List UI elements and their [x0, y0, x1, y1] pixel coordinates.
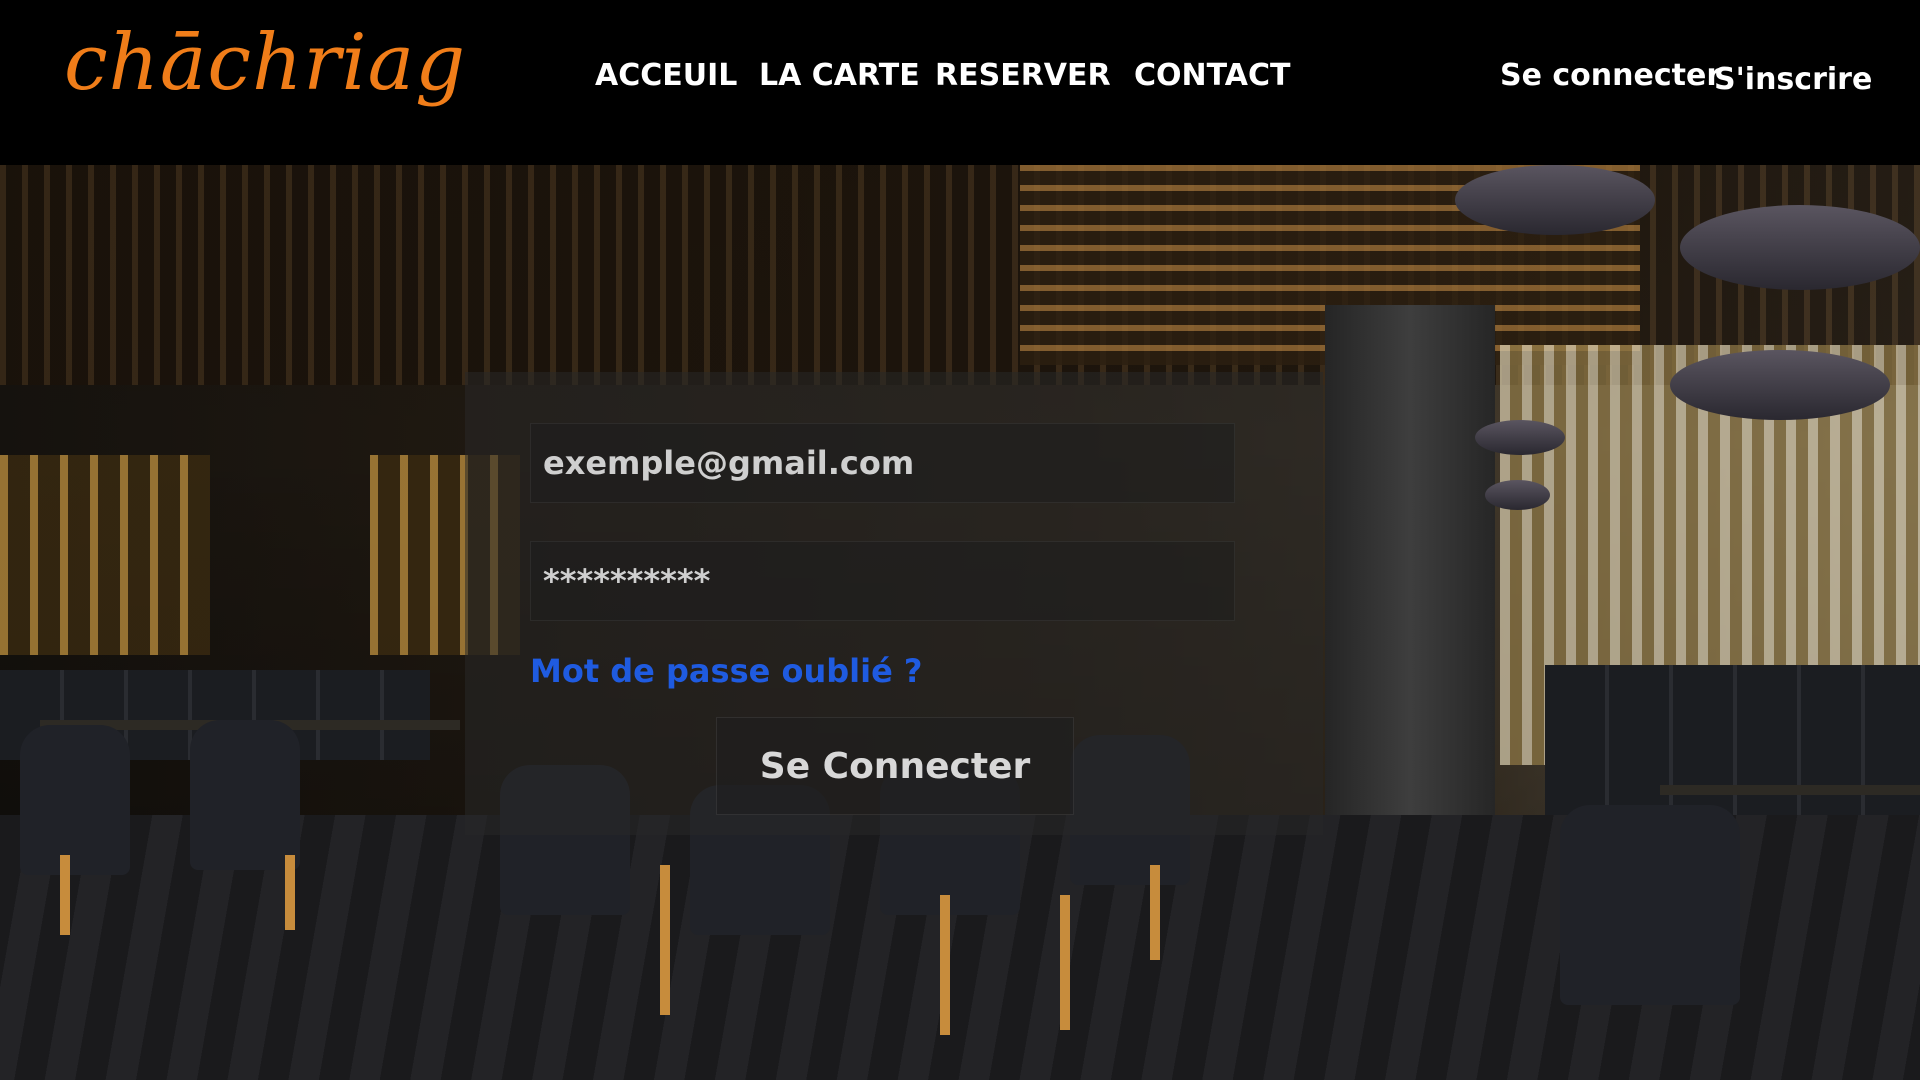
login-submit-label: Se Connecter	[759, 745, 1031, 787]
chair-leg	[660, 865, 670, 1015]
bench-seating-right	[1545, 665, 1920, 825]
login-submit-button[interactable]: Se Connecter	[716, 717, 1074, 815]
signup-link[interactable]: S'inscrire	[1714, 62, 1872, 97]
pendant-lamp	[1475, 420, 1565, 455]
site-header: chāchriag ACCEUIL LA CARTE RESERVER CONT…	[0, 0, 1920, 165]
pendant-lamp	[1455, 165, 1655, 235]
wine-shelf-left	[0, 455, 210, 655]
nav-contact[interactable]: CONTACT	[1134, 58, 1290, 93]
forgot-password-link[interactable]: Mot de passe oublié ?	[530, 652, 922, 690]
nav-accueil[interactable]: ACCEUIL	[595, 58, 737, 93]
chair-leg	[60, 855, 70, 935]
dining-table	[1660, 785, 1920, 795]
pendant-lamp	[1680, 205, 1920, 290]
chair	[20, 725, 130, 875]
chair-leg	[940, 895, 950, 1035]
site-logo[interactable]: chāchriag	[64, 24, 466, 102]
email-field[interactable]: exemple@gmail.com	[530, 423, 1235, 503]
chair	[190, 720, 300, 870]
password-field[interactable]: **********	[530, 541, 1235, 621]
pendant-lamp	[1485, 480, 1550, 510]
chair-leg	[285, 855, 295, 930]
chair-leg	[1150, 865, 1160, 960]
chair	[1560, 805, 1740, 1005]
logo-text: chāchriag	[64, 18, 467, 108]
nav-la-carte[interactable]: LA CARTE	[759, 58, 920, 93]
nav-reserver[interactable]: RESERVER	[935, 58, 1111, 93]
password-value: **********	[543, 562, 711, 600]
email-value: exemple@gmail.com	[543, 444, 915, 482]
login-link[interactable]: Se connecter	[1500, 58, 1721, 93]
pendant-lamp	[1670, 350, 1890, 420]
chair-leg	[1060, 895, 1070, 1030]
